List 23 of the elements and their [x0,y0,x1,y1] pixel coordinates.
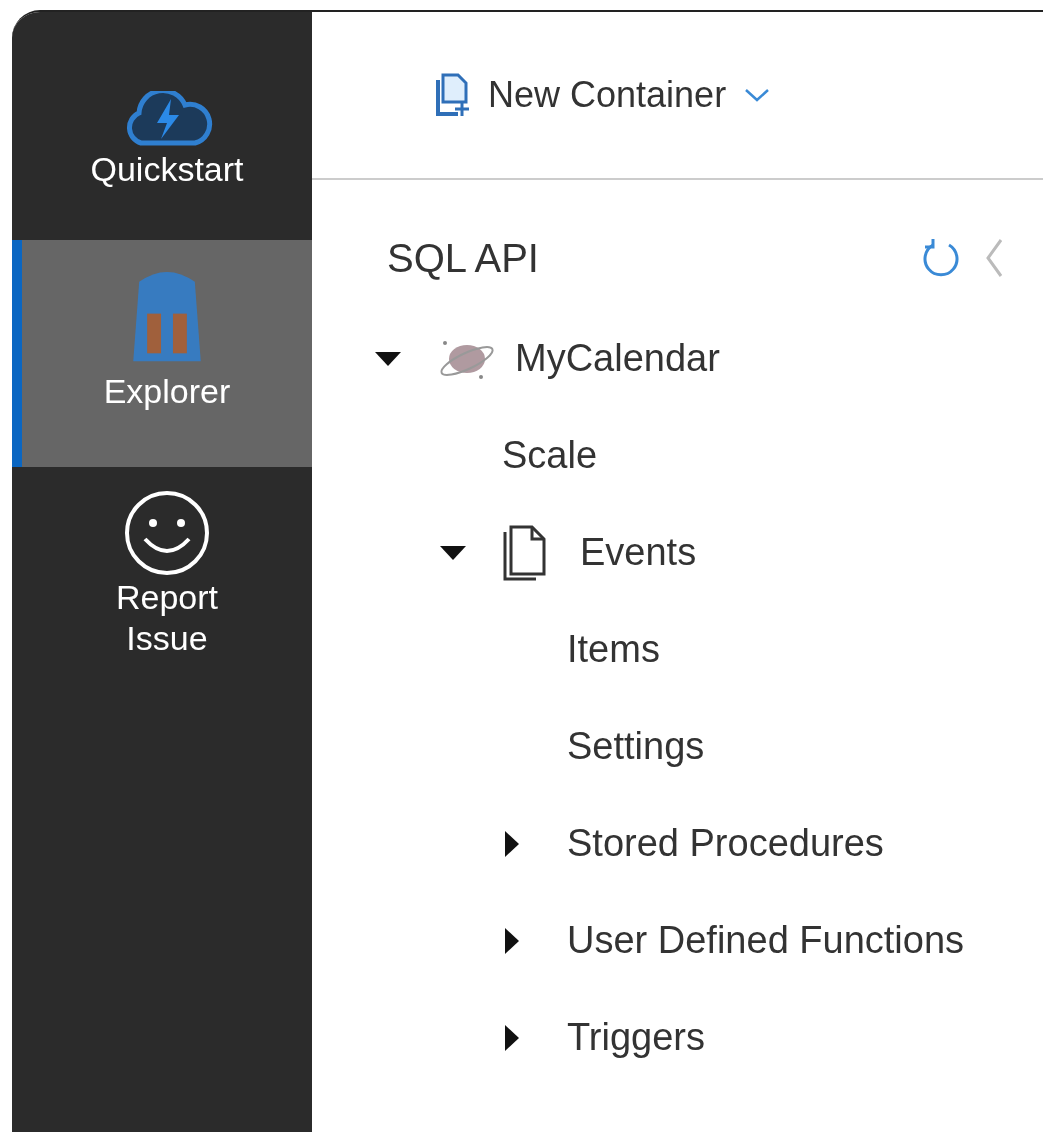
new-container-icon [434,72,470,118]
tree-item[interactable]: Settings [567,718,705,775]
tree-item[interactable]: MyCalendar [515,330,720,387]
tree-item[interactable]: Stored Procedures [567,815,884,872]
caret-right-icon[interactable] [505,927,519,954]
caret-right-icon[interactable] [505,830,519,857]
sidebar-item[interactable]: Explorer [12,240,312,467]
tree-item[interactable]: Events [580,524,697,581]
smiley-icon [123,489,211,577]
panel-title: SQL API [387,235,540,282]
sidebar-item[interactable]: Quickstart [12,12,312,240]
caret-down-icon[interactable] [440,545,466,560]
refresh-icon[interactable] [921,237,961,279]
caret-down-icon[interactable] [375,351,401,366]
caret-right-icon[interactable] [505,1024,519,1051]
documents-icon [502,523,548,582]
new-container-button[interactable]: New Container [434,68,771,122]
tree-item[interactable]: Scale [502,427,598,484]
tree-item[interactable]: Items [567,621,660,678]
tree-item[interactable]: User Defined Functions [567,912,965,969]
sidebar-item[interactable]: Report Issue [12,467,312,677]
tree-item[interactable]: Triggers [567,1009,705,1066]
chevron-down-icon [744,88,771,102]
